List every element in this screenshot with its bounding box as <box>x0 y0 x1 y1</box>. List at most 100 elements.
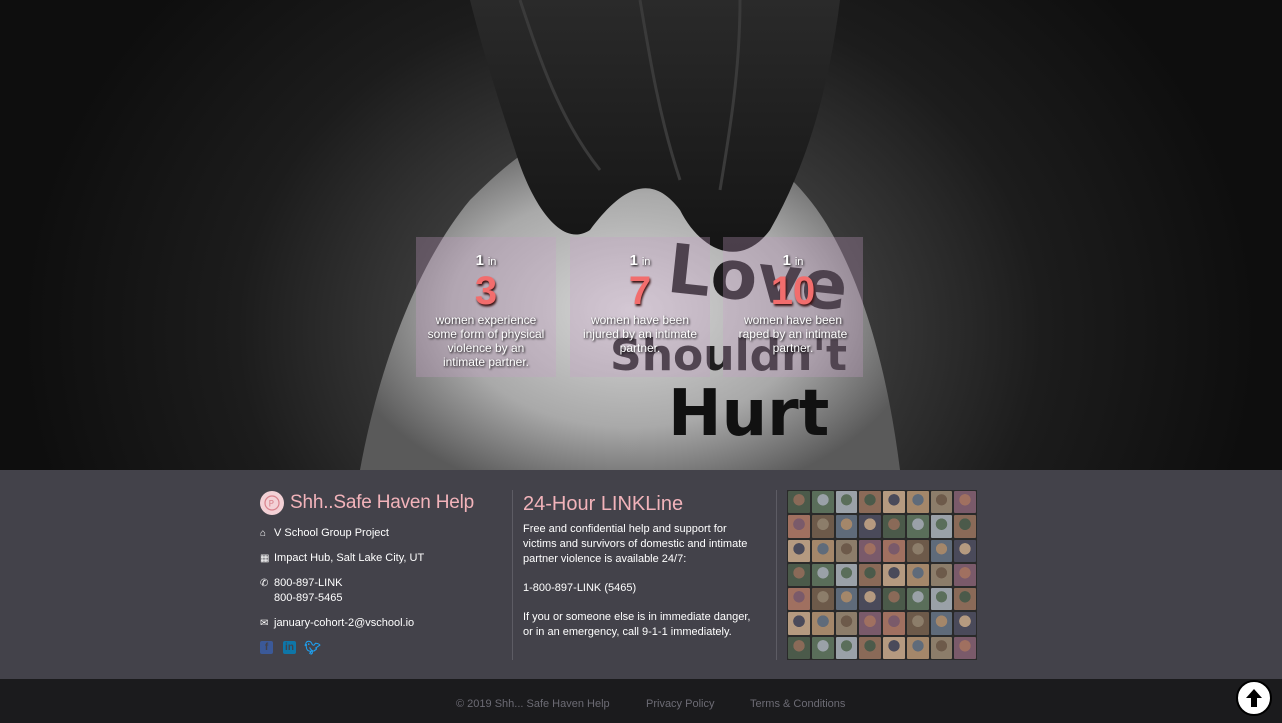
project-line: ⌂ V School Group Project <box>260 526 510 541</box>
hero-banner: Love Shouldn't Hurt 1 in 3 women experie… <box>0 0 1282 470</box>
footer-contact-column: P Shh..Safe Haven Help ⌂ V School Group … <box>260 490 510 655</box>
collage-photo-tile <box>883 491 905 514</box>
footer-linkline-column: 24-Hour LINKLine Free and confidential h… <box>523 492 763 640</box>
collage-photo-tile <box>788 515 810 538</box>
collage-photo-tile <box>835 612 858 635</box>
collage-photo-tile <box>906 539 929 562</box>
linkline-title: 24-Hour LINKLine <box>523 493 684 515</box>
collage-photo-tile <box>788 588 810 611</box>
stat-ratio: 1 in <box>723 251 863 271</box>
collage-photo-tile <box>906 563 929 587</box>
phone-secondary[interactable]: 800-897-5465 <box>274 591 343 606</box>
collage-photo-tile <box>930 588 953 611</box>
scroll-to-top-button[interactable] <box>1236 680 1272 716</box>
stat-number: 10 <box>770 269 816 313</box>
collage-photo-tile <box>954 491 976 514</box>
collage-photo-tile <box>883 515 905 538</box>
collage-photo-tile <box>859 636 881 659</box>
stat-ratio: 1 in <box>416 251 556 271</box>
collage-photo-tile <box>859 588 881 611</box>
stat-card-injured: 1 in 7 women have been injured by an int… <box>570 237 710 377</box>
collage-photo-tile <box>859 612 881 635</box>
phone-numbers: 800-897-LINK 800-897-5465 <box>274 576 343 606</box>
phone-line: ✆ 800-897-LINK 800-897-5465 <box>260 576 510 606</box>
footer-divider <box>776 490 777 660</box>
collage-photo-tile <box>835 636 858 659</box>
linkline-phone[interactable]: 1-800-897-LINK (5465) <box>523 581 763 596</box>
stat-card-physical: 1 in 3 women experience some form of phy… <box>416 237 556 377</box>
collage-photo-tile <box>788 612 810 635</box>
collage-photo-tile <box>954 515 976 538</box>
brand-name: Shh..Safe Haven Help <box>290 492 475 513</box>
email-link[interactable]: january-cohort-2@vschool.io <box>274 616 414 631</box>
facebook-icon[interactable]: f <box>260 641 273 654</box>
social-links: f in 🐦︎ <box>260 640 510 655</box>
footer: P Shh..Safe Haven Help ⌂ V School Group … <box>0 470 1282 679</box>
collage-photo-tile <box>883 636 905 659</box>
stat-number: 3 <box>474 269 498 313</box>
collage-photo-tile <box>859 491 881 514</box>
email-line: ✉ january-cohort-2@vschool.io <box>260 616 510 631</box>
collage-photo-tile <box>811 636 834 659</box>
collage-photo-tile <box>954 539 976 562</box>
collage-photo-tile <box>859 563 881 587</box>
collage-photo-tile <box>883 588 905 611</box>
collage-photo-tile <box>859 515 881 538</box>
home-icon: ⌂ <box>260 528 267 539</box>
hero-photo: Love Shouldn't Hurt <box>360 0 900 470</box>
stat-number: 7 <box>628 269 652 313</box>
collage-photo-tile <box>906 515 929 538</box>
collage-photo-tile <box>906 636 929 659</box>
collage-photo-tile <box>930 636 953 659</box>
phone-primary[interactable]: 800-897-LINK <box>274 576 343 591</box>
painted-word-hurt: Hurt <box>668 377 829 451</box>
collage-photo-tile <box>954 636 976 659</box>
collage-photo-tile <box>930 563 953 587</box>
location-line: ▦ Impact Hub, Salt Lake City, UT <box>260 551 510 566</box>
collage-photo-tile <box>930 612 953 635</box>
collage-photo-tile <box>883 539 905 562</box>
terms-conditions-link[interactable]: Terms & Conditions <box>750 698 845 710</box>
collage-photo-tile <box>811 539 834 562</box>
stat-description: women have been raped by an intimate par… <box>738 313 848 355</box>
collage-photo-tile <box>788 539 810 562</box>
map-icon: ▦ <box>260 553 270 564</box>
linkedin-icon[interactable]: in <box>283 641 296 654</box>
privacy-policy-link[interactable]: Privacy Policy <box>646 698 714 710</box>
collage-photo-tile <box>811 563 834 587</box>
stat-one: 1 <box>629 252 638 269</box>
stats-row: 1 in 3 women experience some form of phy… <box>416 237 864 377</box>
collage-photo-tile <box>788 491 810 514</box>
copyright-text: © 2019 Shh... Safe Haven Help <box>456 698 610 710</box>
footer-brand[interactable]: P Shh..Safe Haven Help <box>260 490 510 516</box>
linkline-emergency: If you or someone else is in immediate d… <box>523 611 751 638</box>
twitter-icon[interactable]: 🐦︎ <box>304 640 321 655</box>
linkline-text: Free and confidential help and support f… <box>523 523 748 565</box>
collage-photo-tile <box>883 563 905 587</box>
collage-photo-tile <box>835 588 858 611</box>
bottom-bar: © 2019 Shh... Safe Haven Help Privacy Po… <box>0 679 1282 723</box>
collage-photo-tile <box>811 491 834 514</box>
project-text: V School Group Project <box>274 527 389 539</box>
stat-description: women experience some form of physical v… <box>427 313 545 369</box>
location-text: Impact Hub, Salt Lake City, UT <box>274 552 425 564</box>
collage-photo-tile <box>906 491 929 514</box>
collage-photo-tile <box>788 636 810 659</box>
collage-photo-tile <box>811 588 834 611</box>
collage-photo-tile <box>811 612 834 635</box>
phone-icon: ✆ <box>260 578 269 589</box>
stat-in: in <box>794 256 804 268</box>
stat-in: in <box>487 256 497 268</box>
stat-ratio: 1 in <box>570 251 710 271</box>
collage-photo-tile <box>835 515 858 538</box>
collage-photo-tile <box>954 563 976 587</box>
collage-photo-tile <box>954 588 976 611</box>
collage-photo-tile <box>930 539 953 562</box>
collage-photo-tile <box>930 515 953 538</box>
collage-photo-tile <box>906 588 929 611</box>
collage-photo-tile <box>930 491 953 514</box>
collage-photo-tile <box>954 612 976 635</box>
collage-photo-tile <box>859 539 881 562</box>
collage-photo-tile <box>835 539 858 562</box>
stat-one: 1 <box>475 252 484 269</box>
